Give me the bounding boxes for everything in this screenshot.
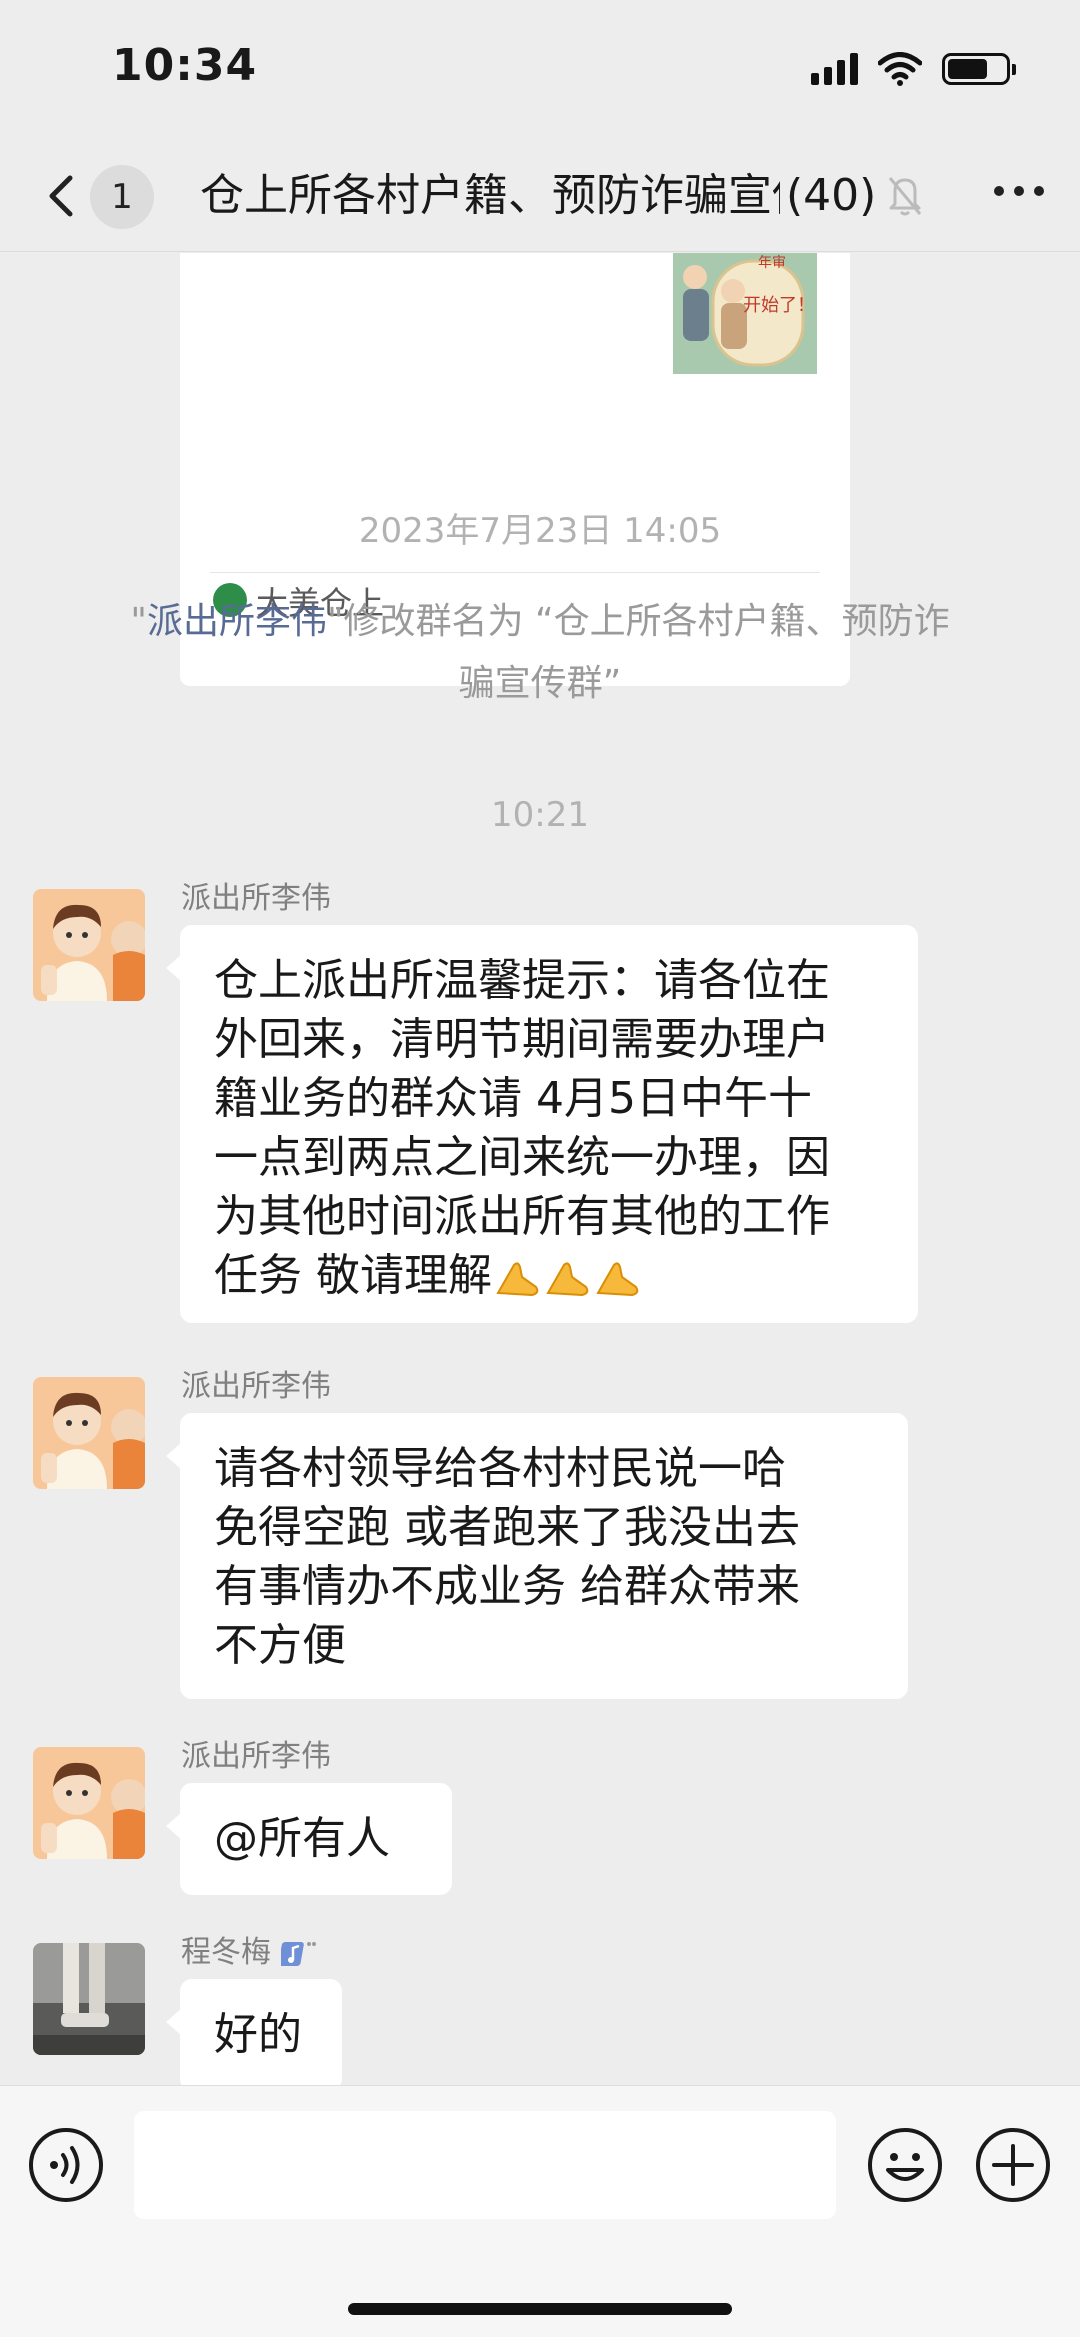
pray-emoji-icon — [546, 1262, 589, 1297]
input-bar — [0, 2085, 1080, 2337]
timestamp: 2023年7月23日 14:05 — [358, 511, 722, 551]
avatar[interactable] — [33, 889, 145, 1001]
plus-icon[interactable] — [974, 2126, 1052, 2204]
thumb-text-2: 开始了！ — [743, 295, 815, 316]
more-icon[interactable] — [994, 186, 1044, 196]
emoji-icon[interactable] — [866, 2126, 944, 2204]
message-line: @所有人 — [214, 1813, 390, 1864]
status-time: 10:34 — [112, 40, 258, 91]
pray-emoji-icon — [596, 1262, 639, 1297]
unread-count-badge[interactable]: 1 — [90, 165, 154, 229]
chat-message-list[interactable]: 年审 开始了！ 大美仓上 2023年7月23日 14:05 "派出所李伟"修改群… — [0, 253, 1080, 2085]
message-bubble[interactable]: 好的 — [166, 1979, 342, 2085]
wifi-icon — [878, 52, 922, 86]
member-count: (40) — [780, 162, 877, 230]
message-line: 籍业务的群众请 4月5日中午十 — [214, 1073, 812, 1124]
timestamp: 10:21 — [491, 795, 589, 835]
sender-name: 派出所李伟 — [181, 1739, 331, 1774]
status-icons — [811, 52, 1016, 86]
article-thumbnail: 年审 开始了！ — [673, 253, 817, 374]
music-status-icon — [281, 1941, 316, 1966]
message-line-last: 任务 敬请理解 — [214, 1246, 884, 1305]
sender-name: 程冬梅 — [181, 1927, 319, 1971]
avatar[interactable] — [33, 1747, 145, 1859]
quote-mark: " — [130, 601, 147, 642]
sender-name-text: 程冬梅 — [181, 1935, 271, 1970]
avatar[interactable] — [33, 1943, 145, 2055]
system-message-text: "修改群名为 “仓上所各村户籍、预防诈 — [326, 601, 950, 642]
message-text: 任务 敬请理解 — [214, 1250, 492, 1301]
message-line: 仓上派出所温馨提示：请各位在 — [214, 955, 830, 1006]
message-line: 不方便 — [214, 1620, 346, 1671]
cellular-signal-icon — [811, 53, 858, 85]
pray-emoji-icon — [496, 1262, 539, 1297]
home-indicator[interactable] — [348, 2303, 732, 2315]
message-line: 有事情办不成业务 给群众带来 — [214, 1561, 800, 1612]
system-message-name[interactable]: 派出所李伟 — [147, 601, 327, 642]
chat-title: 仓上所各村户籍、预防诈骗宣传群 — [200, 170, 810, 221]
message-line: 请各村领导给各村村民说一哈 — [214, 1443, 786, 1494]
message-line: 外回来，清明节期间需要办理户 — [214, 1014, 830, 1065]
message-bubble[interactable]: 仓上派出所温馨提示：请各位在 外回来，清明节期间需要办理户 籍业务的群众请 4月… — [166, 925, 918, 1323]
message-line: 为其他时间派出所有其他的工作 — [214, 1191, 830, 1242]
message-line: 免得空跑 或者跑来了我没出去 — [214, 1502, 800, 1553]
battery-icon — [942, 53, 1016, 85]
message-line: 好的 — [214, 2009, 302, 2060]
mute-icon — [888, 177, 922, 216]
message-bubble[interactable]: @所有人 — [166, 1783, 452, 1895]
sender-name: 派出所李伟 — [181, 881, 331, 916]
chat-header: 1 仓上所各村户籍、预防诈骗宣传群 (40) — [0, 140, 1080, 252]
sender-name: 派出所李伟 — [181, 1369, 331, 1404]
thumb-text-1: 年审 — [758, 255, 786, 271]
status-bar: 10:34 — [0, 0, 1080, 140]
message-bubble[interactable]: 请各村领导给各村村民说一哈 免得空跑 或者跑来了我没出去 有事情办不成业务 给群… — [166, 1413, 908, 1699]
card-divider — [210, 572, 820, 573]
message-line: 一点到两点之间来统一办理，因 — [214, 1132, 830, 1183]
system-message: "派出所李伟"修改群名为 “仓上所各村户籍、预防诈 骗宣传群” — [90, 591, 990, 715]
avatar[interactable] — [33, 1377, 145, 1489]
system-message-text-2: 骗宣传群” — [458, 663, 622, 704]
voice-icon[interactable] — [27, 2126, 105, 2204]
message-input[interactable] — [134, 2111, 836, 2219]
back-icon[interactable] — [38, 166, 84, 226]
